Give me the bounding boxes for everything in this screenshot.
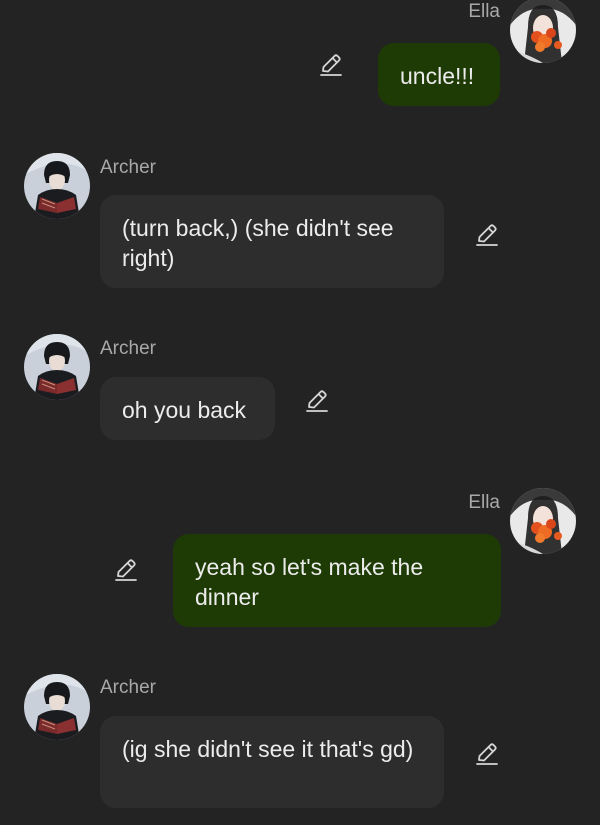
sender-name: Archer (100, 157, 156, 178)
edit-icon[interactable] (318, 52, 344, 78)
edit-icon[interactable] (474, 222, 500, 248)
sender-name: Ella (468, 492, 500, 513)
avatar[interactable] (24, 674, 90, 740)
sender-name: Ella (468, 1, 500, 22)
message-text: oh you back (122, 397, 247, 423)
avatar-image (510, 0, 576, 63)
avatar[interactable] (510, 488, 576, 554)
avatar[interactable] (510, 0, 576, 63)
avatar-image (24, 674, 90, 740)
message-item: Archer oh you back (0, 331, 600, 446)
message-text: (ig she didn't see it that's gd) (122, 736, 414, 762)
message-item: Ella uncle!!! (0, 0, 600, 120)
message-text: (turn back,) (she didn't see right) (122, 215, 394, 271)
message-bubble[interactable]: (turn back,) (she didn't see right) (100, 195, 444, 288)
message-bubble[interactable]: oh you back (100, 377, 275, 440)
avatar-image (24, 334, 90, 400)
message-item: Archer (turn back,) (she didn't see righ… (0, 150, 600, 295)
edit-icon[interactable] (304, 388, 330, 414)
edit-icon[interactable] (113, 557, 139, 583)
message-text: uncle!!! (400, 63, 475, 89)
message-bubble[interactable]: yeah so let's make the dinner (173, 534, 501, 627)
avatar[interactable] (24, 153, 90, 219)
avatar-image (24, 153, 90, 219)
message-item: Archer (ig she didn't see it that's gd) (0, 670, 600, 820)
sender-name: Archer (100, 677, 156, 698)
message-bubble[interactable]: (ig she didn't see it that's gd) (100, 716, 444, 808)
message-text: yeah so let's make the dinner (195, 554, 424, 610)
avatar-image (510, 488, 576, 554)
message-item: Ella yeah so let's make the dinner (0, 486, 600, 631)
sender-name: Archer (100, 338, 156, 359)
edit-icon[interactable] (474, 741, 500, 767)
avatar[interactable] (24, 334, 90, 400)
message-bubble[interactable]: uncle!!! (378, 43, 500, 106)
